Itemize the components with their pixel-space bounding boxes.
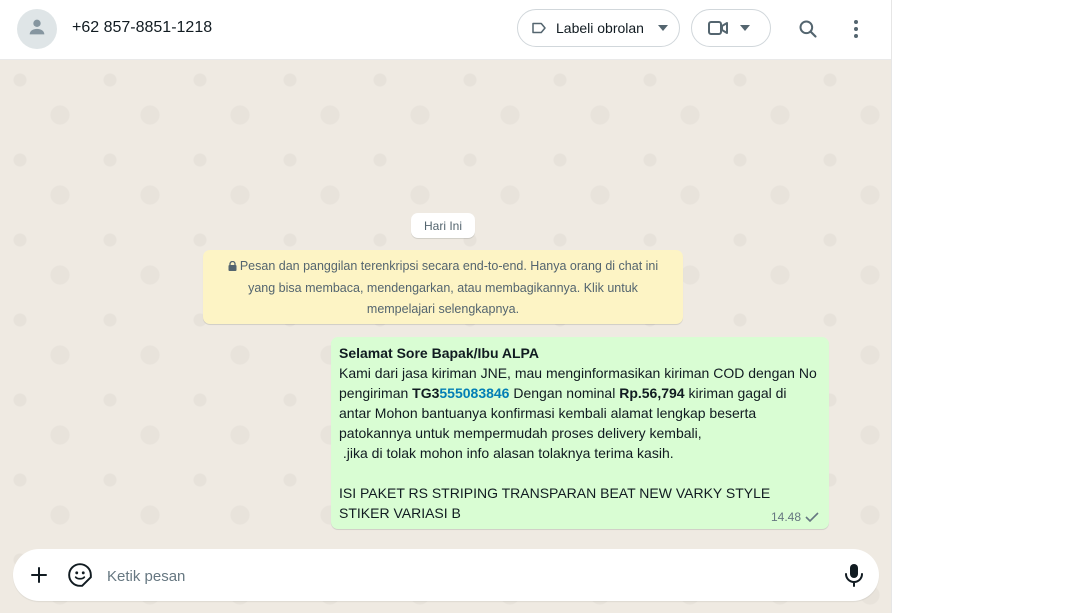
single-check-icon <box>805 512 819 522</box>
message-text: .jika di tolak mohon info alasan tolakny… <box>339 445 674 461</box>
date-chip: Hari Ini <box>411 213 475 238</box>
message-time: 14.48 <box>770 510 801 524</box>
message-greeting: Selamat Sore Bapak/Ibu ALPA <box>339 345 539 361</box>
lock-icon <box>228 257 237 278</box>
message-composer <box>13 549 879 601</box>
encryption-notice[interactable]: Pesan dan panggilan terenkripsi secara e… <box>203 250 683 324</box>
message-package-info: ISI PAKET RS STRIPING TRANSPARAN BEAT NE… <box>339 485 771 521</box>
message-input[interactable] <box>105 563 809 589</box>
search-icon <box>798 19 818 39</box>
sticker-icon[interactable] <box>67 562 93 588</box>
chevron-down-icon <box>657 25 668 31</box>
person-icon <box>26 16 48 43</box>
tracking-number-link[interactable]: 555083846 <box>439 385 509 401</box>
message-text: Dengan nominal <box>509 385 620 401</box>
encryption-notice-text: Pesan dan panggilan terenkripsi secara e… <box>239 259 659 316</box>
menu-button[interactable] <box>841 14 871 44</box>
chat-header: +62 857-8851-1218 Labeli obrolan <box>0 0 891 60</box>
label-chat-label: Labeli obrolan <box>556 20 644 36</box>
chevron-down-icon <box>740 25 750 31</box>
message-amount: Rp.56,794 <box>619 385 685 401</box>
chat-window: +62 857-8851-1218 Labeli obrolan Hari In… <box>0 0 892 613</box>
message-list[interactable]: Hari Ini Pesan dan panggilan terenkripsi… <box>0 60 891 613</box>
more-vertical-icon <box>853 19 859 39</box>
label-tag-icon <box>530 19 548 37</box>
attach-plus-icon[interactable] <box>27 563 51 587</box>
contact-name[interactable]: +62 857-8851-1218 <box>72 19 212 37</box>
video-camera-icon <box>708 20 728 36</box>
message-meta: 14.48 <box>771 507 819 527</box>
tracking-prefix: TG3 <box>412 385 440 401</box>
outgoing-message[interactable]: Selamat Sore Bapak/Ibu ALPA Kami dari ja… <box>331 337 829 529</box>
contact-avatar[interactable] <box>17 9 57 49</box>
label-chat-button[interactable]: Labeli obrolan <box>517 9 680 47</box>
video-call-button[interactable] <box>691 9 771 47</box>
message-body: Kami dari jasa kiriman JNE, mau menginfo… <box>339 363 821 443</box>
microphone-icon[interactable] <box>843 562 865 588</box>
search-button[interactable] <box>793 14 823 44</box>
